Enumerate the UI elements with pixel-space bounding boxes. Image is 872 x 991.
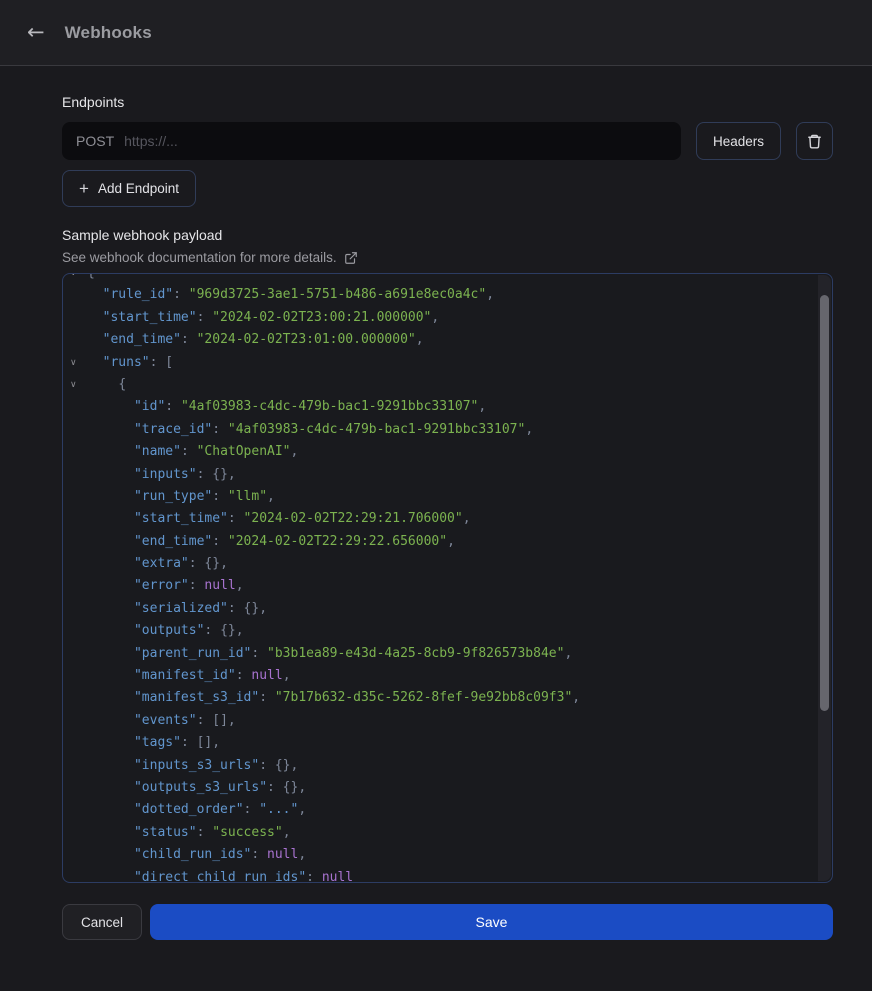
add-endpoint-button[interactable]: + Add Endpoint — [62, 170, 196, 207]
docs-link-text: See webhook documentation for more detai… — [62, 250, 337, 265]
code-line: "name": "ChatOpenAI", — [63, 441, 832, 463]
code-line: "extra": {}, — [63, 553, 832, 575]
code-line: ∨ { — [63, 374, 832, 396]
url-placeholder: https://... — [124, 133, 178, 149]
code-line: "error": null, — [63, 575, 832, 597]
code-line: "inputs": {}, — [63, 464, 832, 486]
http-method-label: POST — [76, 133, 114, 149]
code-line: "manifest_s3_id": "7b17b632-d35c-5262-8f… — [63, 687, 832, 709]
code-lines: ∨{ "rule_id": "969d3725-3ae1-5751-b486-a… — [63, 273, 832, 883]
code-line: "run_type": "llm", — [63, 486, 832, 508]
code-line: "events": [], — [63, 710, 832, 732]
headers-button[interactable]: Headers — [696, 122, 781, 160]
code-line: "end_time": "2024-02-02T22:29:22.656000"… — [63, 531, 832, 553]
code-line: "trace_id": "4af03983-c4dc-479b-bac1-929… — [63, 419, 832, 441]
code-line: "start_time": "2024-02-02T22:29:21.70600… — [63, 508, 832, 530]
code-line: ∨ "runs": [ — [63, 352, 832, 374]
main-content: Endpoints POST https://... Headers + Add… — [0, 66, 872, 940]
back-button[interactable]: ← — [25, 20, 47, 45]
payload-title: Sample webhook payload — [62, 227, 833, 243]
code-line: "end_time": "2024-02-02T23:01:00.000000"… — [63, 329, 832, 351]
fold-chevron-icon[interactable]: ∨ — [70, 352, 77, 374]
code-line: "serialized": {}, — [63, 598, 832, 620]
add-endpoint-label: Add Endpoint — [98, 181, 179, 196]
page-title: Webhooks — [65, 23, 152, 43]
payload-editor[interactable]: ∨{ "rule_id": "969d3725-3ae1-5751-b486-a… — [62, 273, 833, 883]
trash-icon — [806, 133, 823, 150]
endpoint-url-input[interactable]: POST https://... — [62, 122, 681, 160]
external-link-icon — [344, 251, 358, 265]
fold-chevron-icon[interactable]: ∨ — [70, 273, 77, 284]
code-line: "rule_id": "969d3725-3ae1-5751-b486-a691… — [63, 284, 832, 306]
code-line: ∨{ — [63, 273, 832, 284]
scrollbar-thumb[interactable] — [820, 295, 829, 711]
plus-icon: + — [79, 180, 89, 197]
footer-actions: Cancel Save — [62, 904, 833, 940]
code-line: "status": "success", — [63, 822, 832, 844]
code-line: "direct_child_run_ids": null — [63, 867, 832, 883]
code-line: "child_run_ids": null, — [63, 844, 832, 866]
header: ← Webhooks — [0, 0, 872, 66]
endpoints-label: Endpoints — [62, 94, 833, 110]
scrollbar-track[interactable] — [818, 275, 831, 881]
code-line: "outputs_s3_urls": {}, — [63, 777, 832, 799]
code-line: "outputs": {}, — [63, 620, 832, 642]
code-line: "dotted_order": "...", — [63, 799, 832, 821]
docs-link[interactable]: See webhook documentation for more detai… — [62, 250, 358, 265]
fold-chevron-icon[interactable]: ∨ — [70, 374, 77, 396]
endpoint-row: POST https://... Headers — [62, 122, 833, 160]
code-line: "tags": [], — [63, 732, 832, 754]
code-line: "id": "4af03983-c4dc-479b-bac1-9291bbc33… — [63, 396, 832, 418]
code-line: "start_time": "2024-02-02T23:00:21.00000… — [63, 307, 832, 329]
delete-endpoint-button[interactable] — [796, 122, 833, 160]
code-line: "parent_run_id": "b3b1ea89-e43d-4a25-8cb… — [63, 643, 832, 665]
code-line: "inputs_s3_urls": {}, — [63, 755, 832, 777]
cancel-button[interactable]: Cancel — [62, 904, 142, 940]
code-line: "manifest_id": null, — [63, 665, 832, 687]
save-button[interactable]: Save — [150, 904, 833, 940]
